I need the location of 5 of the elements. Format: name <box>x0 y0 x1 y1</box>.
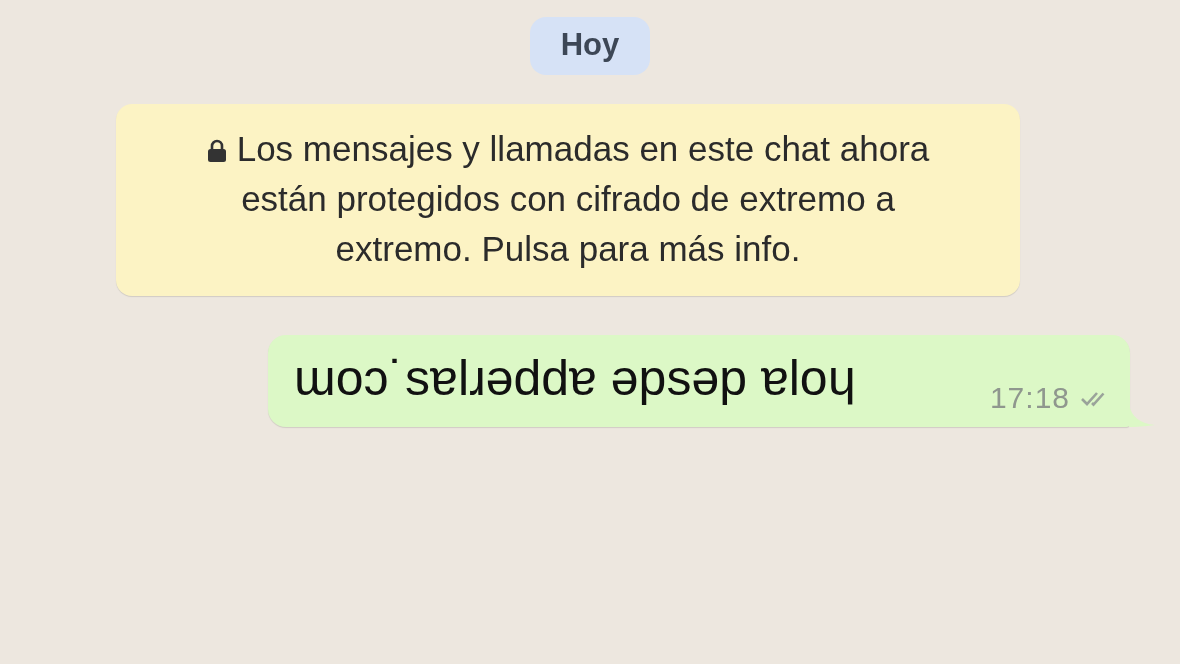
encryption-notice-card[interactable]: Los mensajes y llamadas en este chat ahora están protegidos con cifrado de extremo a extremo. Pulsa para más info. <box>116 104 1020 296</box>
message-time: 17:18 <box>989 381 1070 415</box>
encryption-notice-text: Los mensajes y llamadas en este chat ahora están protegidos con cifrado de extremo a extremo. Pulsa para más info. <box>186 124 950 274</box>
date-chip: Hoy <box>529 17 651 75</box>
message-text: ɯoɔ˙sɐlɹǝddɐ ǝpsǝp ɐloɥ <box>293 349 857 408</box>
